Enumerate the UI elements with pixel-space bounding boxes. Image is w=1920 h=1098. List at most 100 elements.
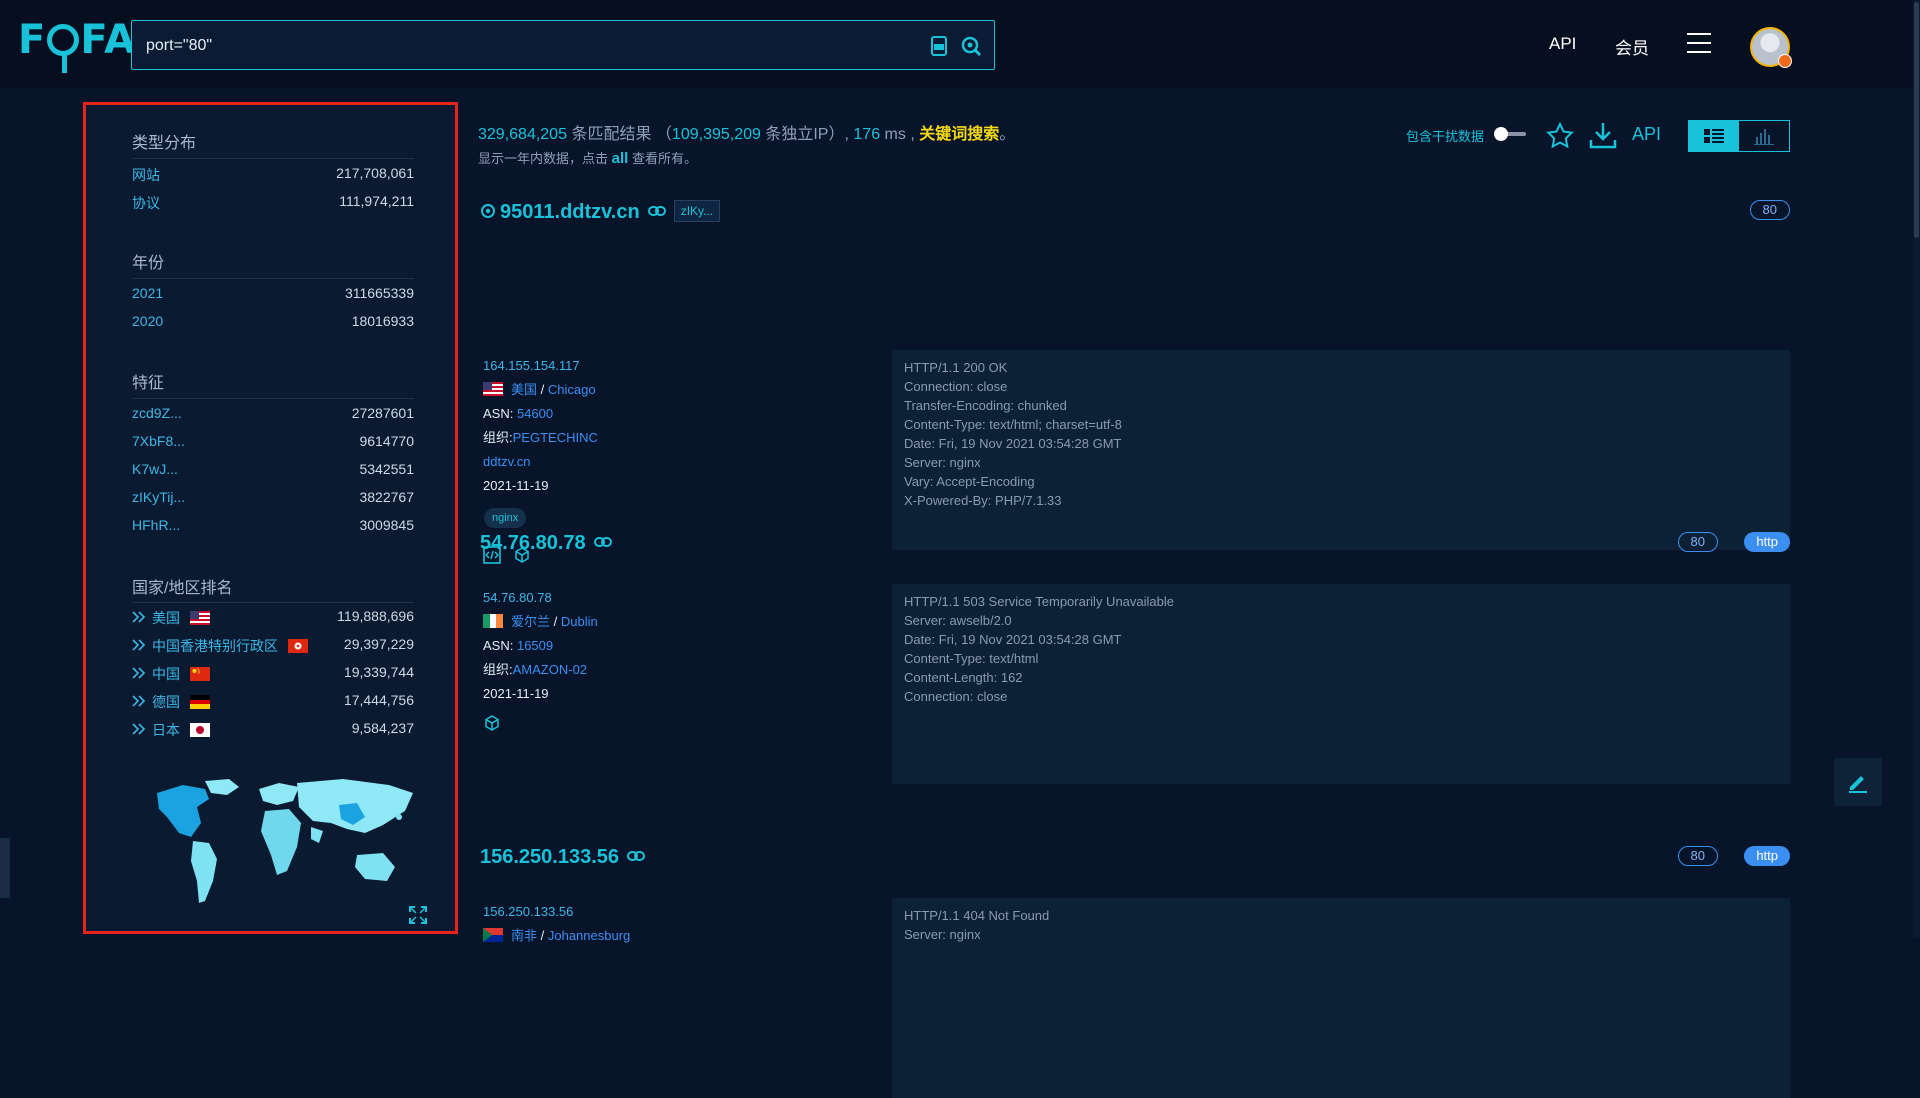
response-banner: HTTP/1.1 200 OK Connection: close Transf… xyxy=(892,350,1790,550)
feature-row[interactable]: zIKyTij... 3822767 xyxy=(132,489,414,509)
city-link[interactable]: Dublin xyxy=(561,614,598,629)
fofa-logo[interactable]: F FA xyxy=(18,17,136,73)
country-link[interactable]: 美国 xyxy=(511,382,537,397)
jp-flag-icon xyxy=(190,723,210,737)
ip-link[interactable]: 54.76.80.78 xyxy=(483,586,598,610)
result-info: 156.250.133.56 南非 / Johannesburg xyxy=(483,900,630,948)
chart-view-button[interactable] xyxy=(1739,121,1789,151)
result-info: 164.155.154.117 美国 / Chicago ASN: 54600 … xyxy=(483,354,598,498)
feature-row[interactable]: HFhR... 3009845 xyxy=(132,517,414,537)
search-icon[interactable] xyxy=(960,35,982,57)
list-view-button[interactable] xyxy=(1689,121,1739,151)
country-row-hk[interactable]: 中国香港特别行政区 29,397,229 xyxy=(132,636,414,656)
feature-row[interactable]: 7XbF8... 9614770 xyxy=(132,433,414,453)
ip-link[interactable]: 156.250.133.56 xyxy=(483,900,630,924)
type-distribution-title: 类型分布 xyxy=(132,135,197,152)
fullscreen-icon[interactable] xyxy=(408,905,428,925)
country-link[interactable]: 南非 xyxy=(511,928,537,943)
result-summary: 329,684,205 条匹配结果 （109,395,209 条独立IP）, 1… xyxy=(478,126,1016,143)
server-tag[interactable]: nginx xyxy=(484,508,527,528)
result-host[interactable]: 95011.ddtzv.cn zIKy... xyxy=(480,200,721,224)
response-banner: HTTP/1.1 503 Service Temporarily Unavail… xyxy=(892,584,1790,784)
location: 爱尔兰 / Dublin xyxy=(483,610,598,634)
protocol-badge[interactable]: http xyxy=(1744,532,1790,552)
asn-link[interactable]: 54600 xyxy=(517,406,553,421)
cn-flag-icon xyxy=(190,667,210,681)
time-range-hint: 显示一年内数据，点击 all 查看所有。 xyxy=(478,150,697,167)
keyword-search-link[interactable]: 关键词搜索 xyxy=(919,126,999,143)
api-link[interactable]: API xyxy=(1549,34,1576,54)
api-button[interactable]: API xyxy=(1632,124,1661,145)
country-link[interactable]: 爱尔兰 xyxy=(511,614,550,629)
country-row-cn[interactable]: 中国 19,339,744 xyxy=(132,664,414,684)
double-chevron-right-icon xyxy=(132,611,146,623)
divider xyxy=(132,278,414,279)
year-title: 年份 xyxy=(132,255,165,272)
port-badge[interactable]: 80 xyxy=(1677,532,1718,552)
feature-tag[interactable]: zIKy... xyxy=(673,200,721,222)
feedback-edit-button[interactable] xyxy=(1834,758,1882,806)
link-icon[interactable] xyxy=(627,851,646,861)
year-row[interactable]: 2020 18016933 xyxy=(132,313,414,333)
za-flag-icon xyxy=(483,928,503,942)
port-badge[interactable]: 80 xyxy=(1749,200,1790,220)
show-all-link[interactable]: all xyxy=(612,150,629,167)
city-link[interactable]: Johannesburg xyxy=(548,928,630,943)
side-handle[interactable] xyxy=(0,838,10,898)
divider xyxy=(132,158,414,159)
location: 南非 / Johannesburg xyxy=(483,924,630,948)
org-link[interactable]: AMAZON-02 xyxy=(513,662,587,677)
port-badge[interactable]: 80 xyxy=(1677,846,1718,866)
country-row-jp[interactable]: 日本 9,584,237 xyxy=(132,720,414,740)
country-ranking-title: 国家/地区排名 xyxy=(132,580,233,597)
country-row-de[interactable]: 德国 17,444,756 xyxy=(132,692,414,712)
protocol-badge[interactable]: http xyxy=(1744,846,1790,866)
download-icon[interactable] xyxy=(1588,120,1618,150)
city-link[interactable]: Chicago xyxy=(548,382,596,397)
link-icon[interactable] xyxy=(593,537,612,547)
file-search-icon[interactable] xyxy=(928,35,950,57)
search-bar xyxy=(131,20,995,70)
search-input[interactable] xyxy=(146,34,906,58)
star-icon[interactable] xyxy=(1546,122,1574,150)
feature-row[interactable]: K7wJ... 5342551 xyxy=(132,461,414,481)
asn-link[interactable]: 16509 xyxy=(517,638,553,653)
double-chevron-right-icon xyxy=(132,723,146,735)
list-view-icon xyxy=(1704,129,1724,143)
type-row[interactable]: 协议 111,974,211 xyxy=(132,193,414,213)
pencil-icon xyxy=(1849,776,1867,793)
us-flag-icon xyxy=(190,611,210,625)
world-map[interactable] xyxy=(143,771,425,921)
result-card: 156.250.133.56 80 http 156.250.133.56 南非… xyxy=(478,846,1790,1098)
link-icon[interactable] xyxy=(647,206,666,216)
country-row-us[interactable]: 美国 119,888,696 xyxy=(132,608,414,628)
feature-row[interactable]: zcd9Z... 27287601 xyxy=(132,405,414,425)
include-noise-label: 包含干扰数据 xyxy=(1406,129,1485,144)
cube-icon[interactable] xyxy=(483,714,501,732)
include-noise-toggle[interactable] xyxy=(1494,127,1526,141)
domain-link[interactable]: ddtzv.cn xyxy=(483,450,598,474)
result-info: 54.76.80.78 爱尔兰 / Dublin ASN: 16509 组织:A… xyxy=(483,586,598,706)
double-chevron-right-icon xyxy=(132,695,146,707)
update-date: 2021-11-19 xyxy=(483,686,549,701)
result-card: 54.76.80.78 80 http 54.76.80.78 爱尔兰 / Du… xyxy=(478,532,1790,832)
avatar-badge-icon xyxy=(1778,54,1792,68)
result-host[interactable]: 156.250.133.56 xyxy=(480,846,646,869)
hamburger-menu-icon[interactable] xyxy=(1687,33,1711,55)
org-link[interactable]: PEGTECHINC xyxy=(513,430,598,445)
result-host[interactable]: 54.76.80.78 xyxy=(480,532,612,555)
feature-title: 特征 xyxy=(132,375,165,392)
ip-link[interactable]: 164.155.154.117 xyxy=(483,354,598,378)
us-flag-icon xyxy=(483,382,503,396)
divider xyxy=(132,602,414,603)
user-avatar[interactable] xyxy=(1750,27,1792,68)
member-link[interactable]: 会员 xyxy=(1615,34,1649,59)
at-icon xyxy=(481,204,495,218)
top-header: FFA API 会员 xyxy=(0,0,1920,88)
de-flag-icon xyxy=(190,695,210,709)
type-row[interactable]: 网站 217,708,061 xyxy=(132,165,414,185)
location: 美国 / Chicago xyxy=(483,378,598,402)
page-scrollbar[interactable] xyxy=(1913,0,1920,937)
response-banner: HTTP/1.1 404 Not Found Server: nginx xyxy=(892,898,1790,1098)
year-row[interactable]: 2021 311665339 xyxy=(132,285,414,305)
